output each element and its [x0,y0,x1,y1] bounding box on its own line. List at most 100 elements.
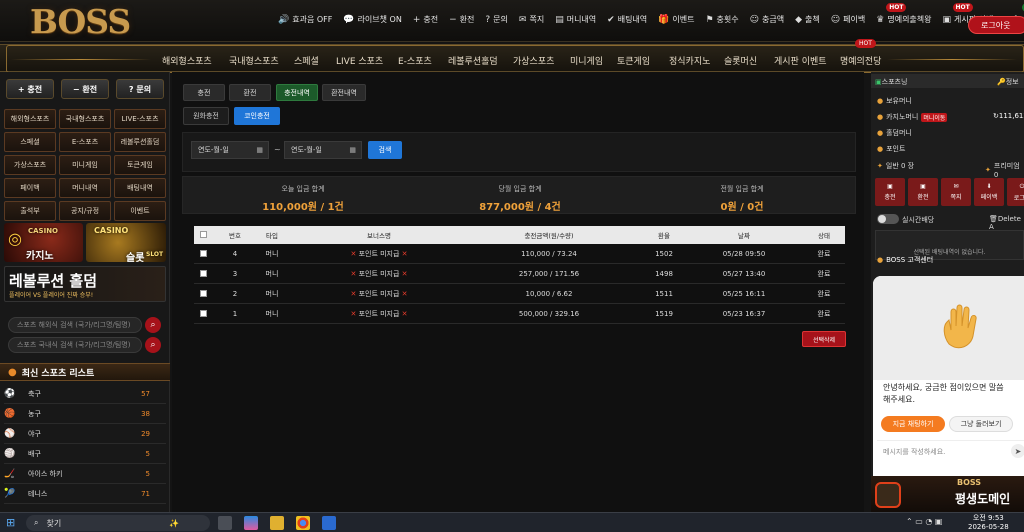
sport-list-item[interactable]: 🏀 농구 38 [4,405,166,424]
top-nav-item[interactable]: ♛ 명예의출첵왕 HOT [876,3,932,25]
game-nav-item[interactable]: 미니게임 [570,54,603,67]
slot-banner[interactable]: CASINO 슬롯 SLOT [86,223,166,262]
right-payback-button[interactable]: ⬇ 페이백 [974,178,1004,206]
category-button[interactable]: 공지/규정 [59,201,111,221]
subtab-coin-charge[interactable]: 코인충전 [234,107,280,125]
app-icon[interactable] [322,516,336,530]
right-message-button[interactable]: ✉ 쪽지 [941,178,971,206]
logout-button[interactable]: 로그아웃 [968,16,1024,34]
sport-list-item[interactable]: ⚽ 축구 57 [4,385,166,404]
sport-list-item[interactable]: 🎾 테니스 71 [4,485,166,504]
tab-withdraw[interactable]: 환전 [229,84,271,101]
category-button[interactable]: 레볼루션홀덤 [114,132,166,152]
calendar-icon[interactable]: ▦ [256,146,263,154]
info-tab[interactable]: 🔑정보 [997,77,1019,87]
category-button[interactable]: 출석부 [4,201,56,221]
category-button[interactable]: 토큰게임 [114,155,166,175]
domestic-sports-search-input[interactable]: 스포츠 국내식 검색 (국가/리그명/팀명) [8,337,142,353]
chat-message-input[interactable]: 메시지를 작성하세요. [877,440,1024,462]
casino-banner[interactable]: ◎ CASINO 카지노 [4,223,83,262]
boss-logo[interactable]: BOSS [30,2,148,41]
sport-list-item[interactable]: ⚾ 야구 29 [4,425,166,444]
send-icon[interactable]: ➤ [1011,444,1024,458]
game-nav-item[interactable]: 가상스포츠 [513,54,554,67]
right-withdraw-button[interactable]: ▣ 환전 [908,178,938,206]
tab-withdraw-history[interactable]: 환전내역 [322,84,366,101]
date-to-input[interactable]: 연도-월-일 ▦ [284,141,362,159]
overseas-sports-search-input[interactable]: 스포츠 해외식 검색 (국가/리그명/팀명) [8,317,142,333]
delete-all-button[interactable]: 🗑Delete A [989,215,1024,231]
boss-domain-banner[interactable]: BOSS 평생도메인 [871,476,1024,512]
game-nav-item[interactable]: 정식카지노 [669,54,710,67]
sport-list-item[interactable]: 🏒 아이스 하키 5 [4,465,166,484]
top-nav-item[interactable]: ⚑ 충횟수 [705,14,738,25]
chat-browse-button[interactable]: 그냥 둘러보기 [949,416,1013,432]
game-nav-item[interactable]: 명예의전당 [840,54,881,67]
file-explorer-icon[interactable] [270,516,284,530]
delete-selected-button[interactable]: 선택삭제 [802,331,846,347]
chrome-icon[interactable] [296,516,310,530]
taskbar-search[interactable]: ⌕ 찾기 ✨ [26,515,210,531]
row-checkbox[interactable] [200,310,207,319]
top-nav-item[interactable]: ✔ 배팅내역 [607,14,647,25]
game-nav-item[interactable]: LIVE 스포츠 [336,54,383,67]
category-button[interactable]: 이벤트 [114,201,166,221]
category-button[interactable]: E-스포츠 [59,132,111,152]
category-button[interactable]: 가상스포츠 [4,155,56,175]
top-nav-item[interactable]: + 충전 [413,14,438,25]
taskbar-clock[interactable]: 오전 9:53 2026-05-28 [968,514,1009,532]
game-nav-item[interactable]: 게시판 이벤트 [774,54,827,67]
game-nav-item[interactable]: E-스포츠 [398,54,432,67]
category-button[interactable]: 배팅내역 [114,178,166,198]
support-center[interactable]: ● BOSS 고객센터 [877,255,933,265]
game-nav-item[interactable]: 토큰게임 [617,54,650,67]
game-nav-item[interactable]: 슬롯머신 [724,54,757,67]
top-nav-item[interactable]: ◆ 출첵 [795,14,820,25]
row-checkbox[interactable] [200,270,207,279]
top-nav-item[interactable]: 💬 라이브챗 ON [343,14,401,25]
tab-charge-history[interactable]: 충전내역 [276,84,318,101]
row-checkbox[interactable] [200,290,207,299]
tray-icons[interactable]: ⌃ ▭ ◔ ▣ [906,517,942,526]
category-button[interactable]: 머니내역 [59,178,111,198]
game-nav-item[interactable]: 스페셜 [294,54,319,67]
category-button[interactable]: 해외형스포츠 [4,109,56,129]
sport-list-item[interactable]: 🏐 배구 5 [4,445,166,464]
quick-charge-button[interactable]: + 충전 [6,79,54,99]
top-nav-item[interactable]: ☺ 페이백 [831,14,865,25]
money-transfer-badge[interactable]: 머니이동 [921,112,948,122]
select-all-checkbox[interactable] [200,231,207,240]
copilot-icon[interactable] [244,516,258,530]
task-view-icon[interactable] [218,516,232,530]
top-nav-item[interactable]: − 환전 [449,14,474,25]
top-nav-item[interactable]: ☺ 충금액 [750,14,784,25]
realtime-odds-toggle[interactable] [877,214,899,224]
chat-now-button[interactable]: 지금 채팅하기 [881,416,945,432]
game-nav-item[interactable]: 레볼루션홀덤 [448,54,498,67]
game-nav-item[interactable]: 국내형스포츠 [229,54,279,67]
category-button[interactable]: 국내형스포츠 [59,109,111,129]
search-icon[interactable]: ⌕ [145,337,161,353]
category-button[interactable]: LIVE-스포츠 [114,109,166,129]
sports-now-tab[interactable]: ▣스포츠닝 [875,77,907,87]
right-charge-button[interactable]: ▣ 충전 [875,178,905,206]
quick-inquiry-button[interactable]: ? 문의 [116,79,164,99]
tab-charge[interactable]: 충전 [183,84,225,101]
game-nav-item[interactable]: 해외형스포츠 [162,54,212,67]
search-icon[interactable]: ⌕ [145,317,161,333]
top-nav-item[interactable]: 🔊 효과음 OFF [278,14,332,25]
top-nav-item[interactable]: 🎁 이벤트 [658,14,694,25]
category-button[interactable]: 스페셜 [4,132,56,152]
windows-start-icon[interactable]: ⊞ [6,516,15,529]
date-from-input[interactable]: 연도-월-일 ▦ [191,141,269,159]
right-logout-button[interactable]: ⏻ 로그아 [1007,178,1024,206]
search-button[interactable]: 검색 [368,141,402,159]
calendar-icon[interactable]: ▦ [349,146,356,154]
top-nav-item[interactable]: ✉ 쪽지 [519,14,544,25]
top-nav-item[interactable]: ? 문의 [485,14,508,25]
category-button[interactable]: 페이백 [4,178,56,198]
revolution-holdem-banner[interactable]: 레볼루션 홀덤 플레이어 VS 플레이어 진짜 승부! [4,266,166,302]
row-checkbox[interactable] [200,250,207,259]
subtab-krw-charge[interactable]: 원화충전 [183,107,229,125]
top-nav-item[interactable]: ▤ 머니내역 [555,14,596,25]
